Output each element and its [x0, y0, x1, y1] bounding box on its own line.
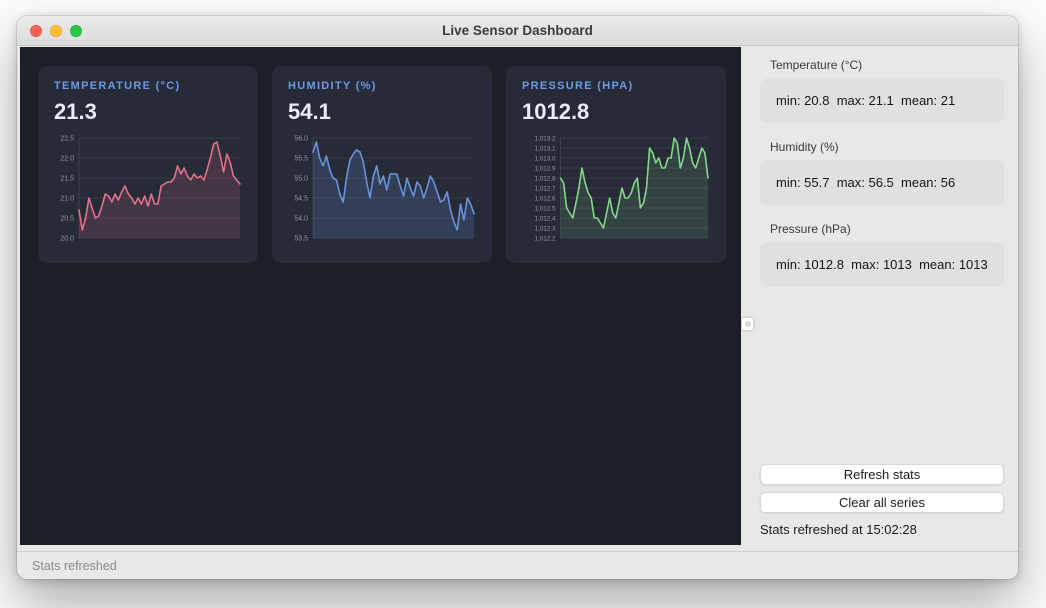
- svg-text:1,013.1: 1,013.1: [534, 145, 556, 152]
- svg-text:54.5: 54.5: [294, 195, 308, 202]
- app-window: Live Sensor Dashboard TEMPERATURE (°C) 2…: [17, 16, 1018, 579]
- svg-text:1,012.7: 1,012.7: [534, 185, 556, 192]
- svg-text:1,013.0: 1,013.0: [534, 155, 556, 162]
- svg-text:1,012.5: 1,012.5: [534, 205, 556, 212]
- temperature-stats-label: Temperature (°C): [770, 58, 1004, 72]
- svg-text:55.5: 55.5: [294, 155, 308, 162]
- svg-text:56.0: 56.0: [294, 135, 308, 142]
- svg-text:21.5: 21.5: [60, 175, 74, 182]
- humidity-card-value: 54.1: [288, 99, 476, 125]
- temperature-card-label: TEMPERATURE (°C): [54, 80, 242, 92]
- temperature-chart: 22.5 22.0 21.5 21.0 20.5 20.0: [54, 132, 242, 248]
- window-title: Live Sensor Dashboard: [442, 23, 593, 38]
- clear-all-series-button[interactable]: Clear all series: [760, 492, 1004, 513]
- traffic-lights: [30, 16, 82, 45]
- humidity-chart-container: 56.0 55.5 55.0 54.5 54.0 53.5: [288, 132, 476, 248]
- pressure-card-label: PRESSURE (HPA): [522, 80, 710, 92]
- svg-text:22.5: 22.5: [60, 135, 74, 142]
- humidity-chart: 56.0 55.5 55.0 54.5 54.0 53.5: [288, 132, 476, 248]
- svg-text:55.0: 55.0: [294, 175, 308, 182]
- temperature-card: TEMPERATURE (°C) 21.3 22.5 22.0 21.5 21.0 20…: [38, 66, 258, 263]
- svg-text:1,012.8: 1,012.8: [534, 175, 556, 182]
- status-bar-text: Stats refreshed: [32, 559, 117, 573]
- humidity-stats-label: Humidity (%): [770, 140, 1004, 154]
- temperature-chart-container: 22.5 22.0 21.5 21.0 20.5 20.0: [54, 132, 242, 248]
- content-area: TEMPERATURE (°C) 21.3 22.5 22.0 21.5 21.0 20…: [17, 46, 1018, 551]
- pressure-card-value: 1012.8: [522, 99, 710, 125]
- svg-text:1,013.2: 1,013.2: [534, 135, 556, 142]
- status-bar: Stats refreshed: [17, 551, 1018, 579]
- svg-text:1,012.4: 1,012.4: [534, 215, 556, 222]
- minimize-button-icon[interactable]: [50, 25, 62, 37]
- svg-text:1,012.9: 1,012.9: [534, 165, 556, 172]
- humidity-card: HUMIDITY (%) 54.1 56.0 55.5 55.0 54.5 54.0 53…: [272, 66, 492, 263]
- sidebar-buttons: Refresh stats Clear all series: [760, 464, 1004, 513]
- svg-text:53.5: 53.5: [294, 235, 308, 242]
- titlebar: Live Sensor Dashboard: [17, 16, 1018, 46]
- svg-text:1,012.3: 1,012.3: [534, 225, 556, 232]
- svg-text:20.0: 20.0: [60, 235, 74, 242]
- pressure-chart-container: 1,013.2 1,013.1 1,013.0 1,012.9 1,012.8 1,012…: [522, 132, 710, 248]
- svg-text:54.0: 54.0: [294, 215, 308, 222]
- svg-text:20.5: 20.5: [60, 215, 74, 222]
- svg-text:1,012.2: 1,012.2: [534, 235, 556, 242]
- close-button-icon[interactable]: [30, 25, 42, 37]
- humidity-card-label: HUMIDITY (%): [288, 80, 476, 92]
- humidity-stats-box: min: 55.7 max: 56.5 mean: 56: [760, 160, 1004, 205]
- pressure-chart: 1,013.2 1,013.1 1,013.0 1,012.9 1,012.8 1,012…: [522, 132, 710, 248]
- stats-sidebar: Temperature (°C) min: 20.8 max: 21.1 mea…: [741, 46, 1018, 551]
- sensor-cards: TEMPERATURE (°C) 21.3 22.5 22.0 21.5 21.0 20…: [38, 66, 741, 263]
- dashboard-panel: TEMPERATURE (°C) 21.3 22.5 22.0 21.5 21.0 20…: [20, 47, 741, 545]
- refresh-stats-button[interactable]: Refresh stats: [760, 464, 1004, 485]
- svg-text:22.0: 22.0: [60, 155, 74, 162]
- svg-text:21.0: 21.0: [60, 195, 74, 202]
- stats-refreshed-timestamp: Stats refreshed at 15:02:28: [760, 522, 1004, 537]
- pressure-stats-label: Pressure (hPa): [770, 222, 1004, 236]
- pressure-stats-box: min: 1012.8 max: 1013 mean: 1013: [760, 242, 1004, 287]
- zoom-button-icon[interactable]: [70, 25, 82, 37]
- temperature-stats-box: min: 20.8 max: 21.1 mean: 21: [760, 78, 1004, 123]
- temperature-card-value: 21.3: [54, 99, 242, 125]
- pressure-card: PRESSURE (HPA) 1012.8 1,013.21,013.11,01…: [506, 66, 726, 263]
- svg-text:1,012.6: 1,012.6: [534, 195, 556, 202]
